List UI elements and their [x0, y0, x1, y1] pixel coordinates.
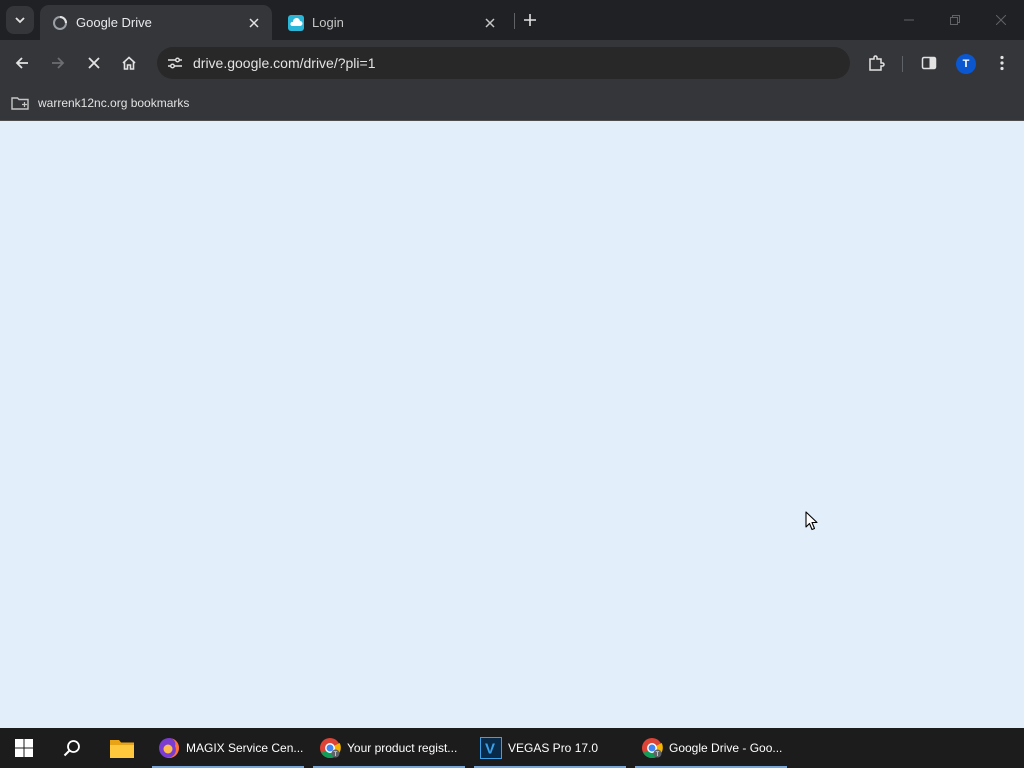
taskbar-app-label: MAGIX Service Cen... — [186, 741, 304, 755]
restore-icon — [950, 15, 960, 25]
taskbar-app-label: VEGAS Pro 17.0 — [508, 741, 599, 755]
tab-search-button[interactable] — [6, 6, 34, 34]
restore-button[interactable] — [932, 0, 978, 40]
search-icon — [63, 740, 80, 757]
side-panel-button[interactable] — [915, 49, 943, 77]
extensions-button[interactable] — [862, 49, 890, 77]
close-icon — [88, 57, 100, 69]
plus-icon — [524, 14, 536, 26]
close-icon[interactable] — [246, 15, 262, 31]
taskbar-app-label: Google Drive - Goo... — [669, 741, 783, 755]
taskbar-app-magix[interactable]: MAGIX Service Cen... — [152, 728, 304, 768]
mouse-cursor-icon — [805, 511, 818, 531]
side-panel-icon — [921, 56, 937, 70]
close-icon[interactable] — [482, 15, 498, 31]
page-content — [0, 121, 1024, 728]
bookmarks-bar: warrenk12nc.org bookmarks — [0, 86, 1024, 121]
close-icon — [996, 15, 1006, 25]
tab-title: Login — [312, 15, 344, 30]
minimize-icon — [904, 19, 914, 21]
more-vert-icon — [1000, 55, 1004, 71]
windows-icon — [15, 739, 33, 757]
window-close-button[interactable] — [978, 0, 1024, 40]
menu-button[interactable] — [988, 49, 1016, 77]
cloud-icon — [288, 14, 304, 31]
svg-text:T: T — [656, 752, 660, 758]
home-button[interactable] — [115, 49, 143, 77]
chevron-down-icon — [15, 17, 25, 24]
svg-text:T: T — [334, 752, 338, 758]
file-explorer-button[interactable] — [98, 728, 146, 768]
minimize-button[interactable] — [886, 0, 932, 40]
tab-separator — [514, 13, 515, 29]
loading-spinner-icon — [52, 15, 68, 31]
bookmark-folder[interactable]: warrenk12nc.org bookmarks — [10, 92, 189, 114]
taskbar-app-vegas[interactable]: V VEGAS Pro 17.0 — [474, 728, 626, 768]
arrow-right-icon — [52, 57, 65, 69]
search-button[interactable] — [48, 728, 96, 768]
tab-strip: Google Drive Login — [0, 0, 1024, 40]
site-info-icon[interactable] — [159, 47, 191, 79]
forward-button[interactable] — [44, 49, 72, 77]
svg-text:V: V — [485, 741, 495, 758]
folder-icon — [110, 740, 134, 758]
bookmark-label: warrenk12nc.org bookmarks — [38, 96, 190, 110]
chrome-icon: T — [642, 738, 663, 759]
address-bar[interactable]: drive.google.com/drive/?pli=1 — [157, 47, 850, 79]
arrow-left-icon — [15, 57, 28, 69]
tab-title: Google Drive — [76, 15, 152, 30]
taskbar-app-google-drive[interactable]: T Google Drive - Goo... — [635, 728, 787, 768]
browser-toolbar: drive.google.com/drive/?pli=1 T — [0, 40, 1024, 86]
new-tab-button[interactable] — [518, 8, 542, 32]
back-button[interactable] — [8, 49, 36, 77]
tab-google-drive[interactable]: Google Drive — [40, 5, 272, 40]
toolbar-separator — [902, 56, 903, 72]
firefox-icon — [159, 737, 179, 758]
url-text[interactable]: drive.google.com/drive/?pli=1 — [193, 55, 376, 71]
home-icon — [122, 56, 136, 70]
tab-login[interactable]: Login — [276, 5, 508, 40]
taskbar: MAGIX Service Cen... T Your product regi… — [0, 728, 1024, 768]
taskbar-app-product-registration[interactable]: T Your product regist... — [313, 728, 465, 768]
puzzle-icon — [869, 55, 885, 71]
taskbar-app-label: Your product regist... — [347, 741, 458, 755]
folder-icon — [10, 95, 30, 111]
vegas-icon: V — [480, 737, 502, 759]
avatar[interactable]: T — [956, 54, 976, 74]
start-button[interactable] — [0, 728, 48, 768]
stop-loading-button[interactable] — [80, 49, 108, 77]
chrome-icon: T — [320, 738, 341, 759]
